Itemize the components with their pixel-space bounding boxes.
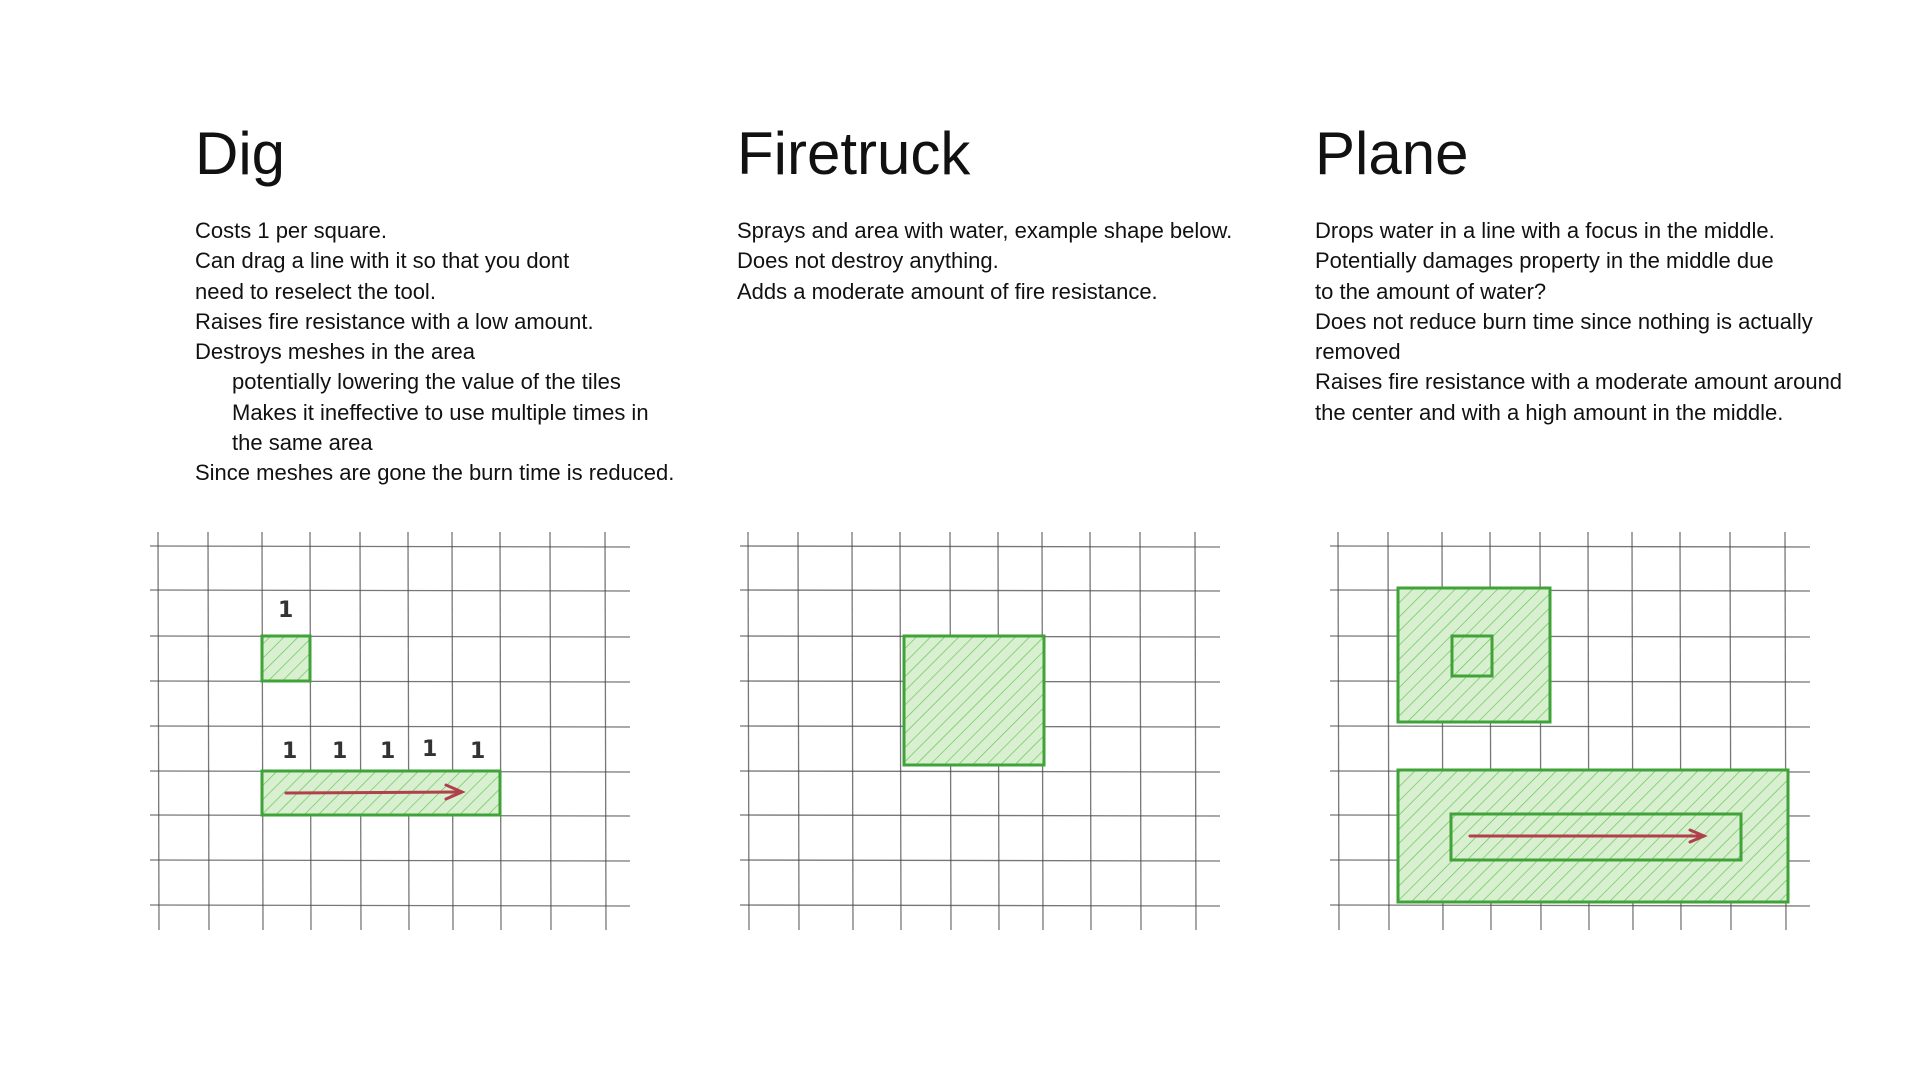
column-plane: Plane Drops water in a line with a focus… xyxy=(1315,118,1895,428)
dig-line-indented: potentially lowering the value of the ti… xyxy=(232,369,621,395)
plane-line: to the amount of water? xyxy=(1315,278,1547,304)
grid-line-horizontal xyxy=(1329,725,1811,728)
dig-description: Costs 1 per square. Can drag a line with… xyxy=(195,216,715,489)
dig-line: Costs 1 per square. xyxy=(195,218,387,243)
dig-line: Since meshes are gone the burn time is r… xyxy=(195,460,675,486)
dig-single-square xyxy=(260,634,312,683)
dig-cost-label: 1 xyxy=(470,739,485,764)
grid-line-vertical xyxy=(747,531,750,931)
grid-line-horizontal xyxy=(149,635,631,638)
grid-line-horizontal xyxy=(739,814,1221,817)
grid-line-horizontal xyxy=(739,589,1221,592)
firetruck-line: Sprays and area with water, example shap… xyxy=(737,218,1233,243)
column-firetruck: Firetruck Sprays and area with water, ex… xyxy=(737,118,1277,307)
firetruck-line: Does not destroy anything. xyxy=(737,248,999,274)
plane-line: removed xyxy=(1315,339,1401,365)
dig-line: Can drag a line with it so that you dont xyxy=(195,248,570,274)
grid-line-horizontal xyxy=(149,680,631,683)
grid-line-vertical xyxy=(451,531,454,931)
grid-line-horizontal xyxy=(149,545,631,548)
grid-line-vertical xyxy=(1337,531,1340,931)
dig-line-indented: the same area xyxy=(232,430,373,456)
firetruck-line: Adds a moderate amount of fire resistanc… xyxy=(737,278,1158,304)
dig-cost-label: 1 xyxy=(380,739,395,764)
dig-cost-label: 1 xyxy=(422,737,437,762)
firetruck-description: Sprays and area with water, example shap… xyxy=(737,216,1277,307)
dig-title: Dig xyxy=(195,120,286,187)
grid-line-vertical xyxy=(899,531,902,931)
dig-line: Raises fire resistance with a low amount… xyxy=(195,308,594,334)
grid-line-vertical xyxy=(359,531,362,931)
firetruck-title: Firetruck xyxy=(737,120,971,187)
dig-line: need to reselect the tool. xyxy=(195,278,436,304)
grid-line-vertical xyxy=(604,531,607,931)
grid-line-horizontal xyxy=(739,904,1221,907)
dig-cost-label: 1 xyxy=(278,598,293,623)
plane-line: Raises fire resistance with a moderate a… xyxy=(1315,369,1843,395)
dig-grid-lines xyxy=(149,531,631,931)
firetruck-grid-sketch xyxy=(739,531,1221,931)
grid-line-vertical xyxy=(261,531,264,931)
grid-line-vertical xyxy=(1194,531,1197,931)
grid-line-vertical xyxy=(851,531,854,931)
grid-line-vertical xyxy=(549,531,552,931)
plane-title: Plane xyxy=(1315,120,1469,187)
grid-line-horizontal xyxy=(149,725,631,728)
plane-square-focus xyxy=(1450,634,1494,678)
firetruck-spray-area xyxy=(902,634,1046,767)
grid-line-horizontal xyxy=(739,859,1221,862)
grid-line-horizontal xyxy=(739,770,1221,773)
grid-line-vertical xyxy=(797,531,800,931)
grid-line-vertical xyxy=(157,531,160,931)
grid-line-vertical xyxy=(309,531,312,931)
plane-line: the center and with a high amount in the… xyxy=(1315,399,1784,425)
dig-line-indented: Makes it ineffective to use multiple tim… xyxy=(232,399,649,425)
grid-line-vertical xyxy=(1139,531,1142,931)
grid-line-horizontal xyxy=(149,859,631,862)
grid-line-vertical xyxy=(499,531,502,931)
plane-line: Potentially damages property in the midd… xyxy=(1315,248,1774,274)
dig-line: Destroys meshes in the area xyxy=(195,339,476,365)
grid-line-vertical xyxy=(1387,531,1390,931)
dig-drag-arrow xyxy=(284,790,462,795)
column-dig: Dig Costs 1 per square. Can drag a line … xyxy=(195,118,715,489)
grid-line-vertical xyxy=(1089,531,1092,931)
plane-line: Drops water in a line with a focus in th… xyxy=(1315,218,1775,243)
plane-grid-sketch xyxy=(1329,531,1811,931)
grid-line-horizontal xyxy=(1329,904,1811,907)
grid-line-horizontal xyxy=(149,904,631,907)
grid-line-horizontal xyxy=(149,589,631,592)
dig-cost-label: 1 xyxy=(282,739,297,764)
plane-line: Does not reduce burn time since nothing … xyxy=(1315,308,1813,334)
grid-line-horizontal xyxy=(1329,545,1811,548)
dig-grid-sketch: 1 1 1 1 1 1 xyxy=(149,531,631,931)
grid-line-vertical xyxy=(407,531,410,931)
dig-cost-label: 1 xyxy=(332,739,347,764)
grid-line-horizontal xyxy=(739,545,1221,548)
plane-description: Drops water in a line with a focus in th… xyxy=(1315,216,1895,428)
grid-line-vertical xyxy=(207,531,210,931)
